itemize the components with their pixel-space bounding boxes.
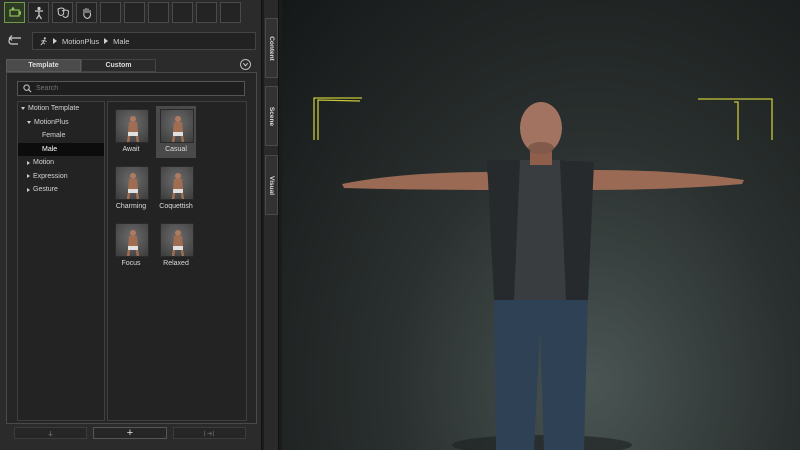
tree-item-motion[interactable]: Motion <box>18 156 104 170</box>
tree-item-label: MotionPlus <box>34 118 69 126</box>
template-thumb-focus[interactable]: Focus <box>111 220 151 272</box>
collapse-button[interactable] <box>240 59 251 70</box>
tree-item-gesture[interactable]: Gesture <box>18 183 104 197</box>
tree-item-label: Expression <box>33 172 68 180</box>
breadcrumb-separator-icon <box>104 38 109 44</box>
chevron-down-icon <box>242 62 249 67</box>
tree-item-female[interactable]: Female <box>18 129 104 143</box>
template-thumb-label: Await <box>122 146 140 153</box>
frame-corner-top-right <box>698 98 773 140</box>
tab-bar: Template Custom <box>6 59 156 72</box>
face-masks-button[interactable] <box>52 2 73 23</box>
back-arrow-icon[interactable] <box>8 34 24 48</box>
toolbar-slot-empty[interactable] <box>172 2 193 23</box>
pose-preview-icon <box>115 166 149 200</box>
tree-item-label: Male <box>42 145 58 153</box>
breadcrumb-item-male[interactable]: Male <box>113 37 129 46</box>
side-tab-content[interactable]: Content <box>265 18 278 78</box>
body-figure-button[interactable] <box>28 2 49 23</box>
pose-preview-icon <box>115 223 149 257</box>
camera-motion-icon <box>8 6 21 17</box>
search-input[interactable] <box>36 85 236 92</box>
left-panel: MotionPlus Male Template Custom Motion T… <box>0 0 262 450</box>
tree-item-motionplus[interactable]: MotionPlus <box>18 116 104 130</box>
toolbar-slot-empty[interactable] <box>124 2 145 23</box>
hand-icon <box>82 7 91 19</box>
running-figure-icon <box>40 36 47 45</box>
template-thumb-label: Casual <box>165 146 187 153</box>
tree-item-label: Motion Template <box>28 105 80 113</box>
apply-button[interactable] <box>172 427 246 439</box>
toolbar-slot-empty[interactable] <box>220 2 241 23</box>
template-thumb-label: Coquettish <box>159 203 193 210</box>
side-tab-bar: Content Scene Visual <box>264 0 279 450</box>
tree-item-label: Female <box>42 132 66 140</box>
tree-item-male[interactable]: Male <box>18 142 104 156</box>
character-model[interactable] <box>342 102 744 450</box>
tree-item-label: Motion <box>33 159 55 167</box>
pose-preview-icon <box>160 109 194 143</box>
tree-item-expression[interactable]: Expression <box>18 170 104 184</box>
template-thumb-await[interactable]: Await <box>111 106 151 158</box>
bottom-action-bar: + <box>14 427 246 439</box>
toolbar-slot-empty[interactable] <box>196 2 217 23</box>
expand-right-icon[interactable] <box>27 174 30 179</box>
template-thumb-label: Focus <box>121 260 141 267</box>
category-tree: Motion Template MotionPlus Female Male Motio… <box>17 101 105 421</box>
breadcrumb: MotionPlus Male <box>32 32 256 50</box>
template-thumb-relaxed[interactable]: Relaxed <box>156 220 196 272</box>
side-tab-visual[interactable]: Visual <box>265 155 278 215</box>
pose-preview-icon <box>160 223 194 257</box>
template-thumb-coquettish[interactable]: Coquettish <box>156 163 196 215</box>
expand-right-icon[interactable] <box>27 187 30 192</box>
top-toolbar <box>4 2 241 24</box>
search-icon <box>23 84 32 93</box>
face-masks-icon <box>56 7 69 18</box>
tab-template[interactable]: Template <box>6 59 81 72</box>
download-button[interactable] <box>14 427 88 439</box>
breadcrumb-separator-icon <box>53 38 57 44</box>
side-tab-visual-label: Visual <box>268 175 275 195</box>
frame-corner-top-left <box>313 97 362 140</box>
template-thumb-label: Relaxed <box>163 260 189 267</box>
template-thumb-charming[interactable]: Charming <box>111 163 151 215</box>
hand-button[interactable] <box>76 2 97 23</box>
side-tab-scene-label: Scene <box>268 106 275 126</box>
template-grid: Await Casual Charming Coquettish Focus Relaxe… <box>107 101 247 421</box>
viewport-scene <box>313 97 773 450</box>
toolbar-slot-empty[interactable] <box>148 2 169 23</box>
expand-right-icon[interactable] <box>27 160 30 165</box>
side-tab-scene[interactable]: Scene <box>265 86 278 146</box>
template-thumb-label: Charming <box>115 203 147 210</box>
search-box <box>17 81 245 96</box>
expand-down-icon[interactable] <box>21 107 25 111</box>
camera-motion-button[interactable] <box>4 2 25 23</box>
tree-item-motion-template[interactable]: Motion Template <box>18 102 104 116</box>
breadcrumb-item-motionplus[interactable]: MotionPlus <box>62 37 99 46</box>
pose-preview-icon <box>115 109 149 143</box>
add-button[interactable]: + <box>93 427 167 439</box>
expand-down-icon[interactable] <box>27 120 31 124</box>
download-arrow-icon <box>48 430 53 436</box>
template-thumb-casual[interactable]: Casual <box>156 106 196 158</box>
toolbar-slot-empty[interactable] <box>100 2 121 23</box>
tab-custom[interactable]: Custom <box>81 59 156 72</box>
tree-item-label: Gesture <box>33 186 58 194</box>
content-panel: Motion Template MotionPlus Female Male Motio… <box>6 72 257 424</box>
pose-preview-icon <box>160 166 194 200</box>
body-figure-icon <box>34 6 43 19</box>
side-tab-content-label: Content <box>268 35 275 61</box>
3d-viewport[interactable] <box>282 0 800 450</box>
apply-to-icon <box>204 430 214 436</box>
